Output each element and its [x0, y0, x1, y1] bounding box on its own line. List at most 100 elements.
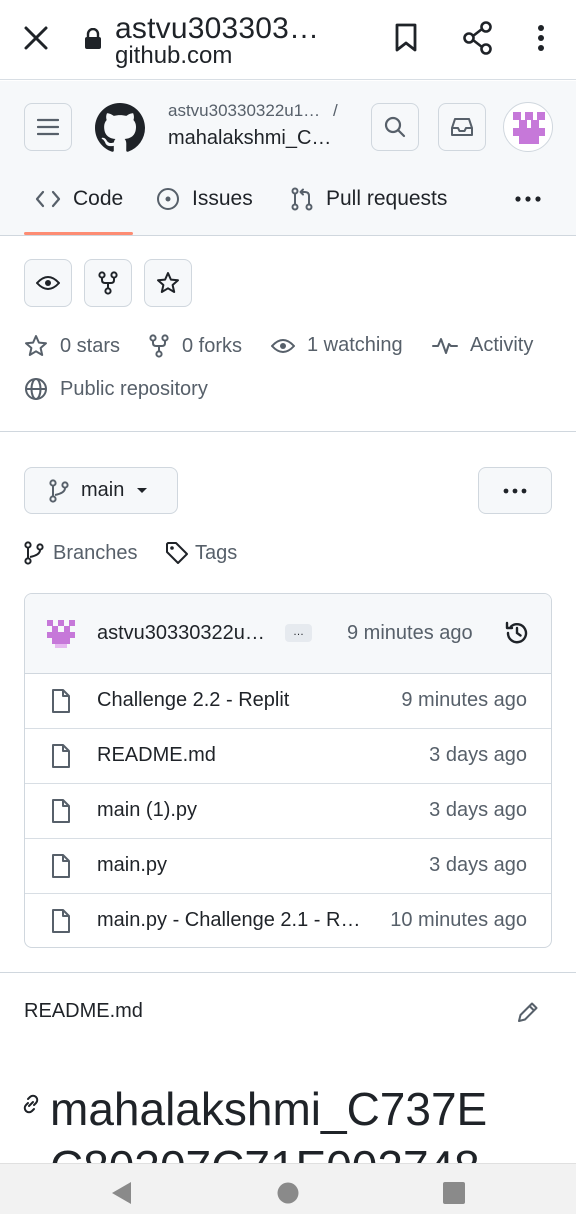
file-list: astvu30330322u… … 9 minutes ago Challeng…: [24, 593, 552, 948]
eye-icon: [271, 338, 307, 354]
tags-link[interactable]: Tags: [165, 541, 237, 565]
inbox-icon: [450, 117, 474, 137]
watch-button[interactable]: [24, 259, 72, 307]
branch-name: main: [81, 479, 125, 501]
tab-selected-underline: [24, 232, 133, 235]
branch-selector[interactable]: main: [24, 467, 178, 514]
tab-issues[interactable]: Issues: [156, 178, 253, 220]
eye-icon: [36, 275, 60, 291]
branch-icon: [24, 541, 50, 565]
repo-more-button[interactable]: [478, 467, 552, 514]
lock-icon: [84, 28, 102, 50]
pulse-icon: [432, 336, 470, 356]
hamburger-icon: [37, 118, 59, 136]
tab-pull-requests-label: Pull requests: [326, 187, 448, 210]
star-button[interactable]: [144, 259, 192, 307]
branch-icon: [49, 478, 69, 503]
search-icon: [384, 116, 406, 138]
tag-icon: [165, 541, 195, 565]
commit-time: 9 minutes ago: [347, 622, 473, 644]
file-row[interactable]: main.py 3 days ago: [25, 839, 551, 894]
star-icon: [156, 271, 180, 295]
readme-heading: mahalakshmi_C737E: [50, 1083, 488, 1135]
tags-label: Tags: [195, 541, 238, 564]
kebab-horizontal-icon: [503, 488, 527, 494]
tab-code-label: Code: [73, 187, 124, 210]
forks-link[interactable]: 0 forks: [148, 334, 242, 358]
kebab-horizontal-icon[interactable]: [515, 196, 541, 202]
visibility-label: Public repository: [60, 377, 208, 400]
file-icon: [51, 853, 71, 879]
file-row[interactable]: main.py - Challenge 2.1 - R… 10 minutes …: [25, 894, 551, 947]
search-button[interactable]: [371, 103, 419, 151]
repo-owner-link[interactable]: astvu30330322u1…: [168, 101, 320, 121]
tab-code[interactable]: Code: [35, 178, 123, 220]
readme-divider: [0, 972, 576, 973]
file-icon: [51, 908, 71, 934]
github-logo[interactable]: [95, 103, 145, 153]
pencil-icon[interactable]: [516, 1000, 540, 1024]
file-name[interactable]: README.md: [97, 744, 216, 767]
system-nav-bar: [0, 1163, 576, 1214]
issue-icon: [156, 187, 192, 211]
file-icon: [51, 798, 71, 824]
stars-link[interactable]: 0 stars: [24, 334, 120, 358]
globe-icon: [24, 377, 60, 401]
history-icon[interactable]: [504, 620, 530, 646]
share-icon[interactable]: [462, 21, 494, 55]
visibility-info: Public repository: [24, 377, 208, 401]
bookmark-icon[interactable]: [393, 22, 419, 54]
url-domain[interactable]: github.com: [115, 42, 232, 70]
stars-count: 0 stars: [60, 334, 121, 357]
tab-issues-label: Issues: [192, 187, 253, 210]
file-name[interactable]: main (1).py: [97, 799, 197, 822]
link-icon[interactable]: [20, 1093, 42, 1115]
tab-pull-requests[interactable]: Pull requests: [290, 178, 447, 220]
close-icon[interactable]: [22, 24, 50, 52]
avatar[interactable]: [503, 102, 553, 152]
activity-label: Activity: [470, 334, 534, 356]
browser-toolbar: astvu303303… github.com: [0, 0, 576, 80]
page-title[interactable]: astvu303303…: [115, 12, 319, 46]
star-icon: [24, 334, 60, 358]
latest-commit-row: astvu30330322u… … 9 minutes ago: [25, 594, 551, 674]
back-icon[interactable]: [109, 1180, 133, 1206]
section-divider: [0, 431, 576, 432]
branches-label: Branches: [53, 541, 138, 564]
watchers-link[interactable]: 1 watching: [271, 334, 403, 357]
pull-request-icon: [290, 187, 326, 211]
file-time: 9 minutes ago: [401, 689, 527, 711]
commit-author[interactable]: astvu30330322u…: [97, 622, 265, 645]
recents-icon[interactable]: [443, 1182, 465, 1204]
menu-button[interactable]: [24, 103, 72, 151]
forks-count: 0 forks: [182, 334, 243, 357]
file-time: 3 days ago: [429, 854, 527, 876]
repo-name-link[interactable]: mahalakshmi_C…: [168, 127, 331, 150]
file-name[interactable]: Challenge 2.2 - Replit: [97, 689, 289, 712]
activity-link[interactable]: Activity: [432, 334, 533, 357]
inbox-button[interactable]: [438, 103, 486, 151]
home-icon[interactable]: [277, 1182, 299, 1204]
file-time: 10 minutes ago: [390, 909, 527, 931]
file-icon: [51, 688, 71, 714]
repo-path-separator: /: [333, 101, 338, 120]
commit-message-expand[interactable]: …: [285, 624, 312, 642]
code-icon: [35, 190, 73, 208]
file-row[interactable]: main (1).py 3 days ago: [25, 784, 551, 839]
chevron-down-icon: [136, 487, 148, 495]
file-time: 3 days ago: [429, 744, 527, 766]
file-name[interactable]: main.py: [97, 854, 167, 877]
branches-link[interactable]: Branches: [24, 541, 138, 565]
commit-author-avatar[interactable]: [45, 618, 77, 650]
file-name[interactable]: main.py - Challenge 2.1 - R…: [97, 909, 360, 932]
fork-button[interactable]: [84, 259, 132, 307]
fork-icon: [98, 271, 118, 295]
more-vertical-icon[interactable]: [536, 24, 546, 52]
file-row[interactable]: README.md 3 days ago: [25, 729, 551, 784]
file-icon: [51, 743, 71, 769]
watchers-count: 1 watching: [307, 334, 403, 356]
readme-title: README.md: [24, 1000, 143, 1022]
file-row[interactable]: Challenge 2.2 - Replit 9 minutes ago: [25, 674, 551, 729]
file-time: 3 days ago: [429, 799, 527, 821]
fork-icon: [148, 334, 182, 358]
